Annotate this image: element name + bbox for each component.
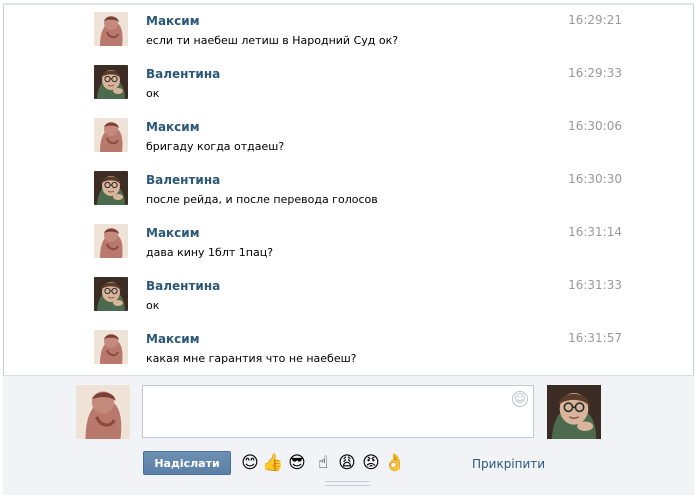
message-item: Валентина после рейда, и после перевода … bbox=[94, 171, 634, 211]
my-avatar[interactable] bbox=[76, 385, 130, 439]
maksim-avatar-image bbox=[76, 385, 130, 439]
emoji-picker-icon[interactable]: ☺ bbox=[512, 391, 528, 407]
message-text: ок bbox=[146, 87, 160, 100]
message-author[interactable]: Валентина bbox=[146, 67, 220, 81]
author-avatar[interactable] bbox=[94, 330, 128, 364]
author-avatar[interactable] bbox=[94, 118, 128, 152]
message-text: если ти наебеш летиш в Народний Суд ок? bbox=[146, 34, 399, 47]
message-text: какая мне гарантия что не наебеш? bbox=[146, 352, 357, 365]
thumbs-up-emoji-icon[interactable]: 👍 bbox=[262, 452, 284, 474]
message-time[interactable]: 16:30:06 bbox=[568, 119, 622, 133]
author-avatar[interactable] bbox=[94, 12, 128, 46]
maksim-avatar-image bbox=[94, 330, 128, 364]
message-item: Максим дава кину 1блт 1пац? 16:31:14 bbox=[94, 224, 634, 264]
send-button[interactable]: Надіслати bbox=[143, 451, 231, 475]
message-item: Максим если ти наебеш летиш в Народний С… bbox=[94, 12, 634, 52]
smile-emoji-icon[interactable]: 😊 bbox=[239, 452, 261, 474]
maksim-avatar-image bbox=[94, 12, 128, 46]
valentina-avatar-image bbox=[94, 277, 128, 311]
message-author[interactable]: Валентина bbox=[146, 173, 220, 187]
message-text: ок bbox=[146, 299, 160, 312]
author-avatar[interactable] bbox=[94, 65, 128, 99]
message-time[interactable]: 16:29:33 bbox=[568, 66, 622, 80]
maksim-avatar-image bbox=[94, 224, 128, 258]
message-item: Валентина ок 16:31:33 bbox=[94, 277, 634, 317]
message-time[interactable]: 16:31:57 bbox=[568, 331, 622, 345]
maksim-avatar-image bbox=[94, 118, 128, 152]
attach-link[interactable]: Прикріпити bbox=[472, 457, 545, 471]
message-author[interactable]: Максим bbox=[146, 332, 200, 346]
message-time[interactable]: 16:30:30 bbox=[568, 172, 622, 186]
message-author[interactable]: Валентина bbox=[146, 279, 220, 293]
message-time[interactable]: 16:31:33 bbox=[568, 278, 622, 292]
sunglasses-emoji-icon[interactable]: 😎 bbox=[286, 452, 308, 474]
message-item: Максим бригаду когда отдаеш? 16:30:06 bbox=[94, 118, 634, 158]
finger-up-emoji-icon[interactable]: ☝ bbox=[312, 452, 334, 474]
message-text: после рейда, и после перевода голосов bbox=[146, 193, 378, 206]
message-item: Валентина ок 16:29:33 bbox=[94, 65, 634, 105]
valentina-avatar-image bbox=[547, 385, 601, 439]
message-author[interactable]: Максим bbox=[146, 14, 200, 28]
message-time[interactable]: 16:29:21 bbox=[568, 13, 622, 27]
message-time[interactable]: 16:31:14 bbox=[568, 225, 622, 239]
composer-footer bbox=[3, 487, 694, 495]
message-text: бригаду когда отдаеш? bbox=[146, 140, 285, 153]
angry-emoji-icon[interactable]: 😡 bbox=[360, 452, 382, 474]
valentina-avatar-image bbox=[94, 171, 128, 205]
message-author[interactable]: Максим bbox=[146, 226, 200, 240]
author-avatar[interactable] bbox=[94, 171, 128, 205]
author-avatar[interactable] bbox=[94, 224, 128, 258]
resize-handle[interactable] bbox=[325, 481, 370, 486]
ok-hand-emoji-icon[interactable]: 👌 bbox=[384, 452, 406, 474]
top-divider bbox=[3, 3, 694, 5]
message-author[interactable]: Максим bbox=[146, 120, 200, 134]
weary-emoji-icon[interactable]: 😩 bbox=[336, 452, 358, 474]
message-item: Максим какая мне гарантия что не наебеш?… bbox=[94, 330, 634, 370]
peer-avatar[interactable] bbox=[547, 385, 601, 439]
author-avatar[interactable] bbox=[94, 277, 128, 311]
message-input[interactable] bbox=[142, 385, 534, 438]
message-text: дава кину 1блт 1пац? bbox=[146, 246, 274, 259]
valentina-avatar-image bbox=[94, 65, 128, 99]
